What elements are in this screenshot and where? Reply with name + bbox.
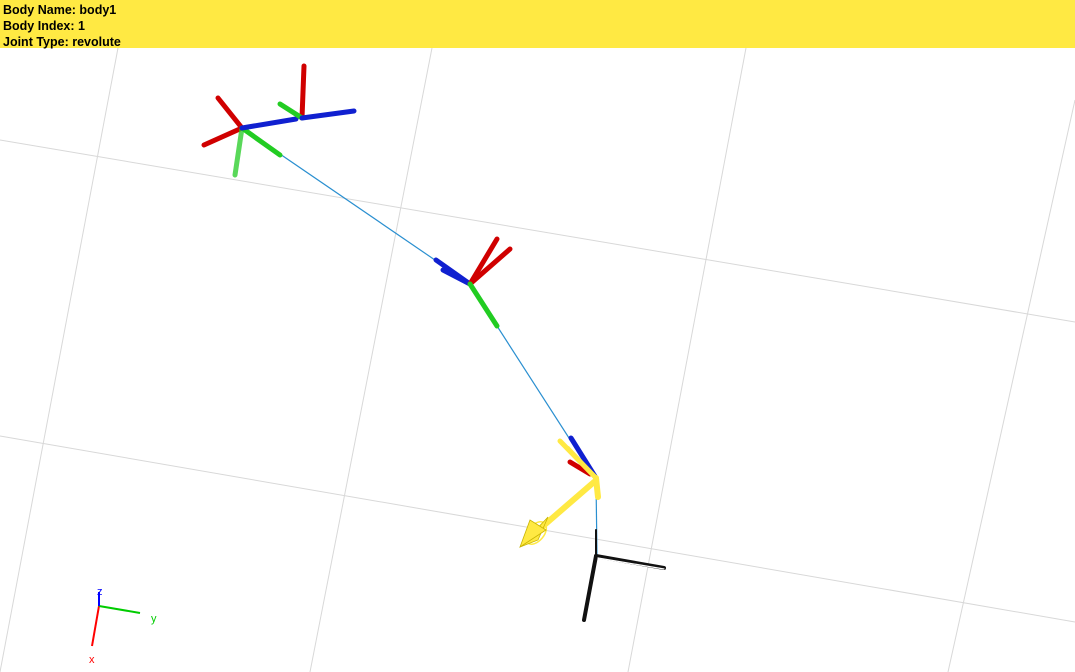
scene-canvas[interactable]: x y z [0,0,1075,672]
orientation-triad: x y z [89,586,157,666]
body-index-line: Body Index: 1 [3,18,1072,34]
body-frame-highlighted[interactable] [557,435,601,500]
body-name-label: Body Name: [3,3,76,17]
triad-y-label: y [151,613,157,625]
body-frame-base[interactable] [201,63,357,178]
triad-z-label: z [97,586,103,598]
joint-type-label: Joint Type: [3,35,69,49]
robot-visualization-viewport[interactable]: Body Name: body1 Body Index: 1 Joint Typ… [0,0,1075,672]
body-frame-body1[interactable] [433,236,513,329]
link-connectors [241,127,598,557]
body-index-value: 1 [78,19,85,33]
body-name-value: body1 [79,3,117,17]
joint-type-value: revolute [72,35,121,49]
ground-grid [0,47,1075,672]
body-info-banner: Body Name: body1 Body Index: 1 Joint Typ… [0,0,1075,50]
body-name-line: Body Name: body1 [3,2,1072,18]
triad-x-label: x [89,654,95,666]
body-index-label: Body Index: [3,19,75,33]
revolute-joint-axis-arrow[interactable] [519,479,597,548]
joint-type-line: Joint Type: revolute [3,34,1072,50]
